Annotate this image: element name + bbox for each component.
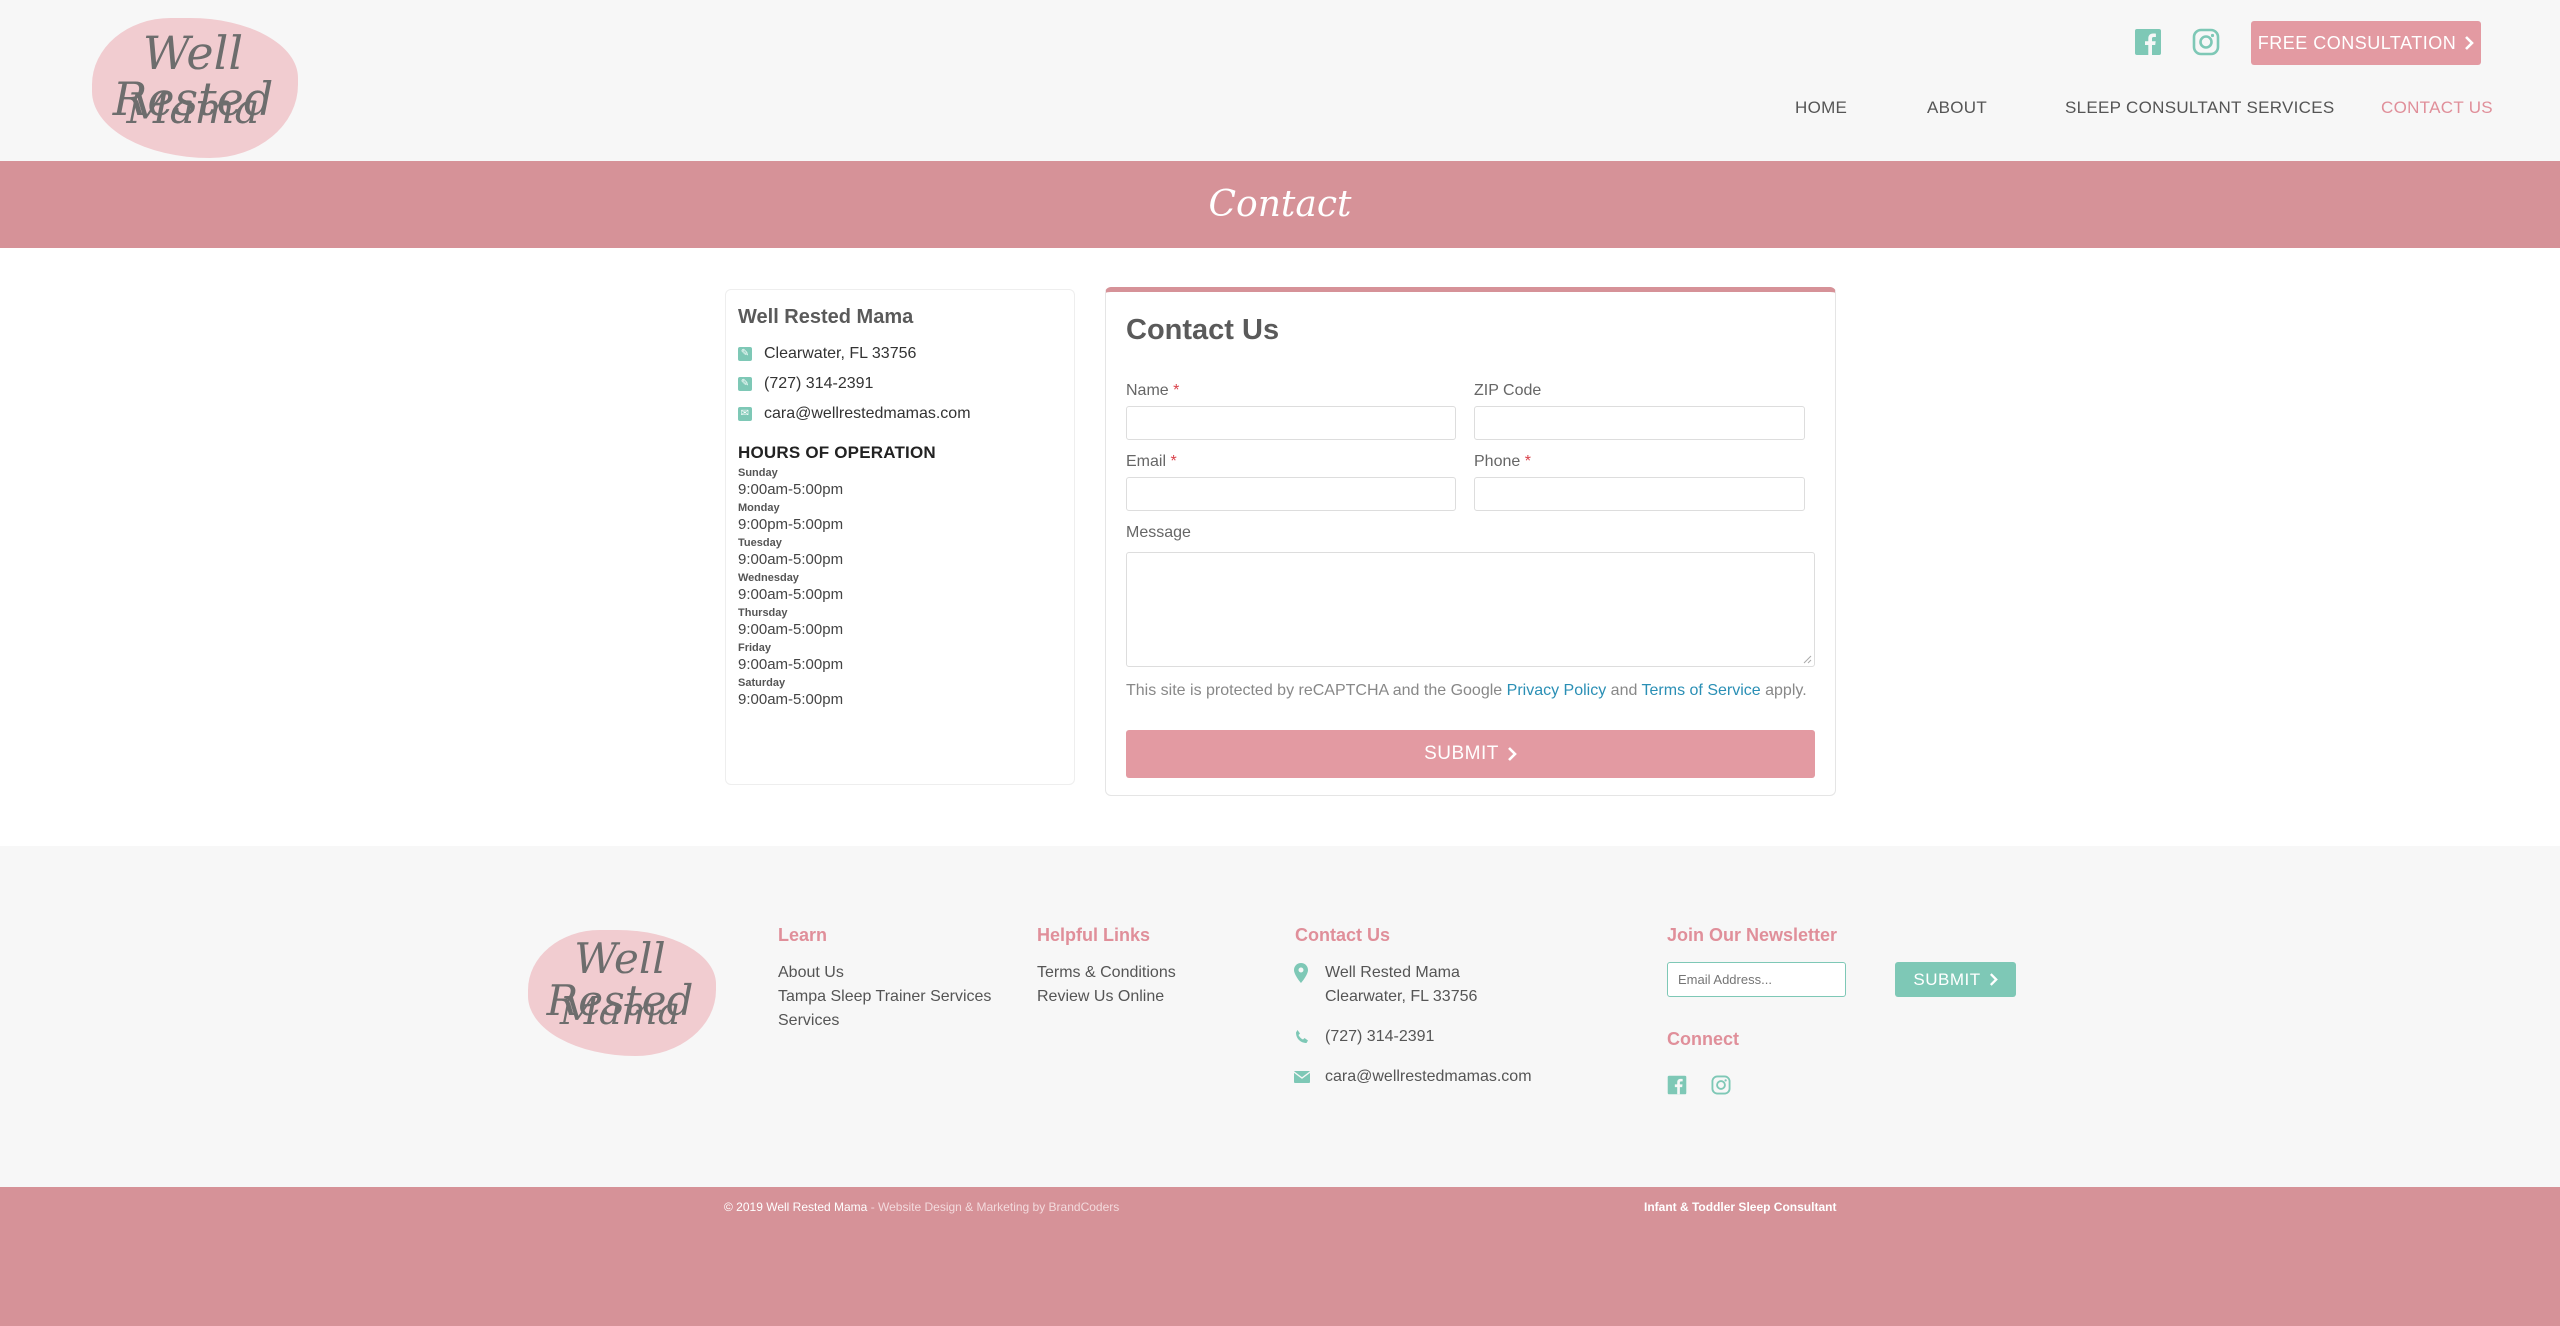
footer-newsletter-heading: Join Our Newsletter — [1667, 925, 1838, 945]
copyright-text: © 2019 Well Rested Mama — [724, 1200, 868, 1214]
nav-about[interactable]: ABOUT — [1927, 98, 1987, 118]
footer-contact-address: Clearwater, FL 33756 — [1325, 988, 1478, 1005]
footer-helpful-heading: Helpful Links — [1037, 925, 1151, 945]
newsletter-submit-label: SUBMIT — [1913, 969, 1981, 989]
newsletter-email-input[interactable] — [1667, 962, 1846, 997]
hours-day: Sunday — [738, 467, 778, 479]
hours-time: 9:00am-5:00pm — [738, 481, 844, 498]
envelope-icon — [1293, 1070, 1311, 1088]
footer-link-about-us[interactable]: About Us — [778, 964, 844, 982]
envelope-icon: ✉ — [738, 407, 752, 421]
footer-logo-line2: Mama — [559, 989, 681, 1033]
phone-icon — [1294, 1029, 1310, 1050]
name-label-text: Name — [1126, 382, 1169, 399]
newsletter-submit-button[interactable]: SUBMIT — [1895, 962, 2016, 997]
hours-day: Saturday — [738, 677, 786, 689]
footer-link-terms[interactable]: Terms & Conditions — [1037, 964, 1176, 982]
zip-field[interactable] — [1474, 406, 1805, 440]
hours-day: Friday — [738, 642, 772, 654]
page-banner: Contact — [0, 161, 2560, 248]
email-field[interactable] — [1126, 477, 1456, 511]
hours-time: 9:00am-5:00pm — [738, 656, 844, 673]
nav-sleep-consultant-services[interactable]: SLEEP CONSULTANT SERVICES — [2065, 98, 2335, 118]
hours-time: 9:00pm-5:00pm — [738, 516, 844, 533]
bottom-bar — [0, 1187, 2560, 1326]
phone-text[interactable]: (727) 314-2391 — [764, 375, 873, 393]
email-row[interactable]: ✉ cara@wellrestedmamas.com — [738, 405, 1062, 423]
hours-day: Thursday — [738, 607, 788, 619]
footer-learn-heading: Learn — [778, 925, 828, 945]
nav-home[interactable]: HOME — [1795, 98, 1847, 118]
hours-day: Wednesday — [738, 572, 799, 584]
chevron-right-icon — [1989, 973, 1998, 986]
phone-icon: ✎ — [738, 377, 752, 391]
map-pin-icon — [1294, 963, 1308, 988]
footer-link-tampa-sleep-trainer[interactable]: Tampa Sleep Trainer Services — [778, 988, 991, 1006]
name-label: Name * — [1126, 382, 1179, 400]
address-row: ✎ Clearwater, FL 33756 — [738, 345, 1062, 363]
hours-time: 9:00am-5:00pm — [738, 551, 844, 568]
privacy-policy-link[interactable]: Privacy Policy — [1507, 682, 1607, 699]
resize-handle-icon[interactable] — [1802, 654, 1812, 664]
phone-label-text: Phone — [1474, 453, 1521, 470]
hours-day: Monday — [738, 502, 780, 514]
required-mark: * — [1524, 453, 1531, 470]
instagram-icon[interactable] — [1711, 1075, 1731, 1100]
map-icon: ✎ — [738, 347, 752, 361]
zip-label: ZIP Code — [1474, 382, 1542, 399]
page-title: Contact — [1208, 184, 1352, 225]
free-consultation-label: FREE CONSULTATION — [2257, 32, 2457, 53]
submit-label: SUBMIT — [1424, 743, 1499, 764]
facebook-icon[interactable] — [1667, 1075, 1687, 1100]
business-name: Well Rested Mama — [738, 306, 914, 328]
terms-of-service-link[interactable]: Terms of Service — [1642, 682, 1761, 699]
nav-contact-us[interactable]: CONTACT US — [2381, 98, 2493, 118]
message-label: Message — [1126, 524, 1191, 541]
recaptcha-and: and — [1610, 682, 1638, 699]
footer-link-review-us[interactable]: Review Us Online — [1037, 988, 1164, 1006]
instagram-icon[interactable] — [2192, 28, 2220, 61]
email-label-text: Email — [1126, 453, 1167, 470]
footer-contact-email[interactable]: cara@wellrestedmamas.com — [1325, 1068, 1532, 1086]
footer-contact-name: Well Rested Mama — [1325, 964, 1460, 981]
hours-time: 9:00am-5:00pm — [738, 586, 844, 603]
facebook-icon[interactable] — [2134, 28, 2162, 61]
hours-day: Tuesday — [738, 537, 782, 549]
address-text: Clearwater, FL 33756 — [764, 345, 917, 362]
hours-time: 9:00am-5:00pm — [738, 621, 844, 638]
required-mark: * — [1170, 453, 1177, 470]
business-info-card: Well Rested Mama ✎ Clearwater, FL 33756 … — [725, 289, 1075, 785]
chevron-right-icon — [2465, 36, 2475, 50]
chevron-right-icon — [1507, 747, 1517, 761]
name-field[interactable] — [1126, 406, 1456, 440]
phone-row[interactable]: ✎ (727) 314-2391 — [738, 375, 1062, 393]
email-label: Email * — [1126, 453, 1177, 471]
free-consultation-button[interactable]: FREE CONSULTATION — [2251, 21, 2481, 65]
contact-form-card: Contact Us Name * ZIP Code Email * Phone… — [1105, 287, 1836, 796]
recaptcha-suffix: apply. — [1765, 682, 1807, 699]
message-textarea[interactable] — [1126, 552, 1815, 667]
footer-connect-heading: Connect — [1667, 1029, 1739, 1049]
footer-contact-phone[interactable]: (727) 314-2391 — [1325, 1028, 1434, 1046]
hours-time: 9:00am-5:00pm — [738, 691, 844, 708]
email-text[interactable]: cara@wellrestedmamas.com — [764, 405, 971, 423]
hours-list: Sunday 9:00am-5:00pm Monday 9:00pm-5:00p… — [738, 467, 1062, 708]
recaptcha-prefix: This site is protected by reCAPTCHA and … — [1126, 682, 1503, 699]
form-title: Contact Us — [1126, 314, 1280, 346]
logo-text-line2: Mama — [126, 84, 260, 133]
copyright-line: © 2019 Well Rested Mama - Website Design… — [724, 1200, 1119, 1214]
phone-field[interactable] — [1474, 477, 1805, 511]
required-mark: * — [1173, 382, 1180, 399]
footer-link-services[interactable]: Services — [778, 1012, 839, 1030]
phone-label: Phone * — [1474, 453, 1531, 471]
submit-button[interactable]: SUBMIT — [1126, 730, 1815, 778]
recaptcha-notice: This site is protected by reCAPTCHA and … — [1126, 682, 1807, 700]
footer-tagline: Infant & Toddler Sleep Consultant — [1644, 1200, 1837, 1214]
hours-heading: HOURS OF OPERATION — [738, 443, 936, 462]
design-credit-link[interactable]: - Website Design & Marketing by BrandCod… — [867, 1200, 1120, 1214]
footer-contact-heading: Contact Us — [1295, 925, 1391, 945]
